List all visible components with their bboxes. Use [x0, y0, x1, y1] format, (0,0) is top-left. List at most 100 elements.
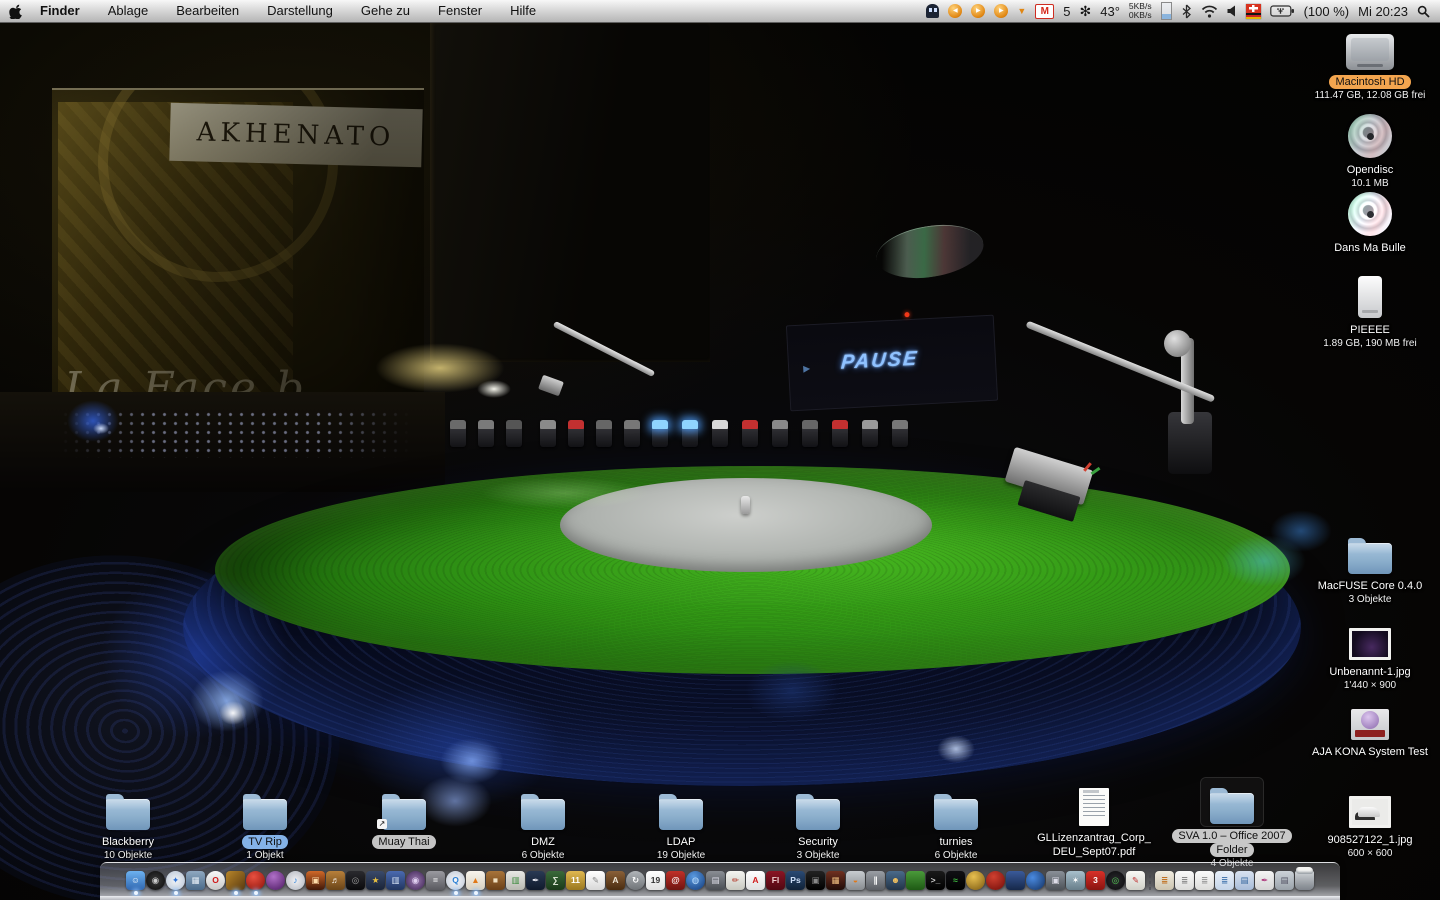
dock-dvd-disc-icon[interactable]: ◉ — [406, 866, 426, 894]
bluetooth-icon[interactable] — [1181, 4, 1192, 19]
volume-icon[interactable] — [1227, 5, 1237, 17]
dock-toast-11-icon[interactable]: 11 — [566, 866, 586, 894]
playback-prev-icon[interactable]: ◀ — [948, 4, 962, 18]
playback-menu-triangle-icon[interactable]: ▼ — [1017, 6, 1026, 16]
dock-opera-icon[interactable]: O — [206, 866, 226, 894]
wifi-icon[interactable] — [1201, 5, 1218, 18]
apple-menu[interactable] — [0, 4, 30, 19]
gmail-notifier-icon[interactable]: M — [1035, 4, 1054, 19]
dock-fetch-dog-icon[interactable] — [226, 866, 246, 894]
dock-photo-viewer-icon[interactable]: ▦ — [186, 866, 206, 894]
dock-chalkboard-icon[interactable]: ∑ — [546, 866, 566, 894]
desktop-icon-macintosh-hd[interactable]: Macintosh HD 111.47 GB, 12.08 GB frei — [1305, 24, 1435, 102]
cpu-gauge-icon[interactable] — [1161, 2, 1172, 20]
menu-ablage[interactable]: Ablage — [94, 0, 162, 22]
dock-trash-icon[interactable] — [1295, 866, 1315, 894]
dock-sync-icon[interactable]: ↻ — [626, 866, 646, 894]
dock-imovie-star-icon[interactable]: ★ — [366, 866, 386, 894]
dock-green-bag-icon[interactable] — [906, 866, 926, 894]
desktop-icon-dans-ma-bulle[interactable]: Dans Ma Bulle — [1305, 190, 1435, 255]
menu-fenster[interactable]: Fenster — [424, 0, 496, 22]
dock-film-reels-icon[interactable]: ◎ — [346, 866, 366, 894]
dock-utility-icon[interactable]: ▣ — [1046, 866, 1066, 894]
desktop-icon-unbenannt-jpg[interactable]: Unbenannt-1.jpg 1'440 × 900 — [1305, 614, 1435, 692]
dock-textedit-icon[interactable]: ✎ — [586, 866, 606, 894]
menu-finder[interactable]: Finder — [30, 0, 94, 22]
dock-red-cube-icon[interactable]: 3 — [1086, 866, 1106, 894]
spotlight-search-icon[interactable] — [1417, 5, 1430, 18]
desktop-icon-muay-thai[interactable]: Muay Thai — [339, 784, 469, 849]
dock-red-creature-icon[interactable] — [986, 866, 1006, 894]
dock-finder-icon[interactable]: ☺ — [126, 866, 146, 894]
dock-toast-toaster-icon[interactable]: ◒ — [846, 866, 866, 894]
dock-front-row-icon[interactable]: ▣ — [806, 866, 826, 894]
desktop-icon-turnies[interactable]: turnies 6 Objekte — [891, 784, 1021, 862]
menu-bar-clock[interactable]: Mi 20:23 — [1358, 4, 1408, 19]
dock-satellite-icon[interactable]: ✶ — [1066, 866, 1086, 894]
desktop-icon-sva-folder[interactable]: SVA 1.0 – Office 2007 Folder 4 Objekte — [1167, 778, 1297, 870]
desktop-icon-aja-kona[interactable]: AJA KONA System Test — [1305, 694, 1435, 759]
dock-terminal-icon[interactable]: >_ — [926, 866, 946, 894]
dock-dashboard-icon[interactable]: ◉ — [146, 866, 166, 894]
dock-addressbook-icon[interactable]: @ — [666, 866, 686, 894]
dock-parallels-icon[interactable]: ∥ — [866, 866, 886, 894]
menu-gehe-zu[interactable]: Gehe zu — [347, 0, 424, 22]
dock-dictionary-icon[interactable]: A — [606, 866, 626, 894]
desktop-icon-opendisc[interactable]: Opendisc 10.1 MB — [1305, 112, 1435, 190]
desktop-icon-ldap[interactable]: LDAP 19 Objekte — [616, 784, 746, 862]
dock-doc-pen-icon[interactable]: ✎ — [1126, 866, 1146, 894]
dock-stack-blue-icon[interactable]: ≣ — [1215, 866, 1235, 894]
dock-firefox-icon[interactable] — [1026, 866, 1046, 894]
dock-garageband-icon[interactable]: ♬ — [326, 866, 346, 894]
dock-safari-icon[interactable]: ✦ — [166, 866, 186, 894]
dock-pen-colors-icon[interactable]: ✒ — [1255, 866, 1275, 894]
dock-pages-icon[interactable]: ✒ — [526, 866, 546, 894]
dock-blue-figure-icon[interactable] — [1006, 866, 1026, 894]
dock-quicktime-icon[interactable]: Q — [446, 866, 466, 894]
dock-stack-white-icon[interactable]: ≣ — [1175, 866, 1195, 894]
menu-darstellung[interactable]: Darstellung — [253, 0, 347, 22]
desktop-icon-gllizenzantrag-pdf[interactable]: GLLizenzantrag_Corp_ DEU_Sept07.pdf — [1029, 780, 1159, 859]
desktop-icon-shoe-jpg[interactable]: 908527122_1.jpg 600 × 600 — [1305, 782, 1435, 860]
dock-purple-orb-icon[interactable] — [266, 866, 286, 894]
dock-flash-icon[interactable]: Fl — [766, 866, 786, 894]
desktop-icon-security[interactable]: Security 3 Objekte — [753, 784, 883, 862]
desktop-icon-dmz[interactable]: DMZ 6 Objekte — [478, 784, 608, 862]
dock-sketchup-icon[interactable]: ✏ — [726, 866, 746, 894]
battery-icon[interactable] — [1270, 5, 1295, 17]
dock-power-dial-icon[interactable]: ◎ — [1106, 866, 1126, 894]
playback-play-icon[interactable]: ▶ — [971, 4, 985, 18]
dock-radar-sphere-icon[interactable] — [966, 866, 986, 894]
dock-itunes-icon[interactable]: ♪ — [286, 866, 306, 894]
dock-red-mascot-icon[interactable] — [246, 866, 266, 894]
dock-transfer-box-icon[interactable]: ■ — [486, 866, 506, 894]
dock-audio-meter-icon[interactable]: ≈ — [946, 866, 966, 894]
fan-control-icon[interactable]: ✻ — [1080, 4, 1092, 18]
desktop-icon-macfuse[interactable]: MacFUSE Core 0.4.0 3 Objekte — [1305, 528, 1435, 606]
dock-numbers-icon[interactable]: ▥ — [506, 866, 526, 894]
desktop-icon-blackberry[interactable]: Blackberry 10 Objekte — [63, 784, 193, 862]
dock-clapperboard-icon[interactable]: ▥ — [386, 866, 406, 894]
network-speed-meter[interactable]: 5KB/s 0KB/s — [1129, 2, 1152, 20]
dock-vlc-icon[interactable]: ▲ — [466, 866, 486, 894]
input-language-flag-icon[interactable] — [1246, 4, 1261, 19]
dock-minimized-window-gray-icon[interactable]: ▤ — [1275, 866, 1295, 894]
dock-minimized-window-blue-icon[interactable]: ▤ — [1235, 866, 1255, 894]
menu-bearbeiten[interactable]: Bearbeiten — [162, 0, 253, 22]
menu-hilfe[interactable]: Hilfe — [496, 0, 550, 22]
dock-stack-documents-icon[interactable]: ≣ — [1155, 866, 1175, 894]
dock-calculator-icon[interactable]: = — [426, 866, 446, 894]
dock-acrobat-icon[interactable]: A — [746, 866, 766, 894]
dock-google-earth-icon[interactable]: ◍ — [686, 866, 706, 894]
dock-chat-mascot-icon[interactable]: ☻ — [886, 866, 906, 894]
dock-ical-icon[interactable]: 19 — [646, 866, 666, 894]
dock-printer-icon[interactable]: ▤ — [706, 866, 726, 894]
dock-photoshop-icon[interactable]: Ps — [786, 866, 806, 894]
dock-iphoto-icon[interactable]: ▣ — [306, 866, 326, 894]
menubar-app-ghost-icon[interactable] — [926, 4, 939, 18]
playback-next-icon[interactable]: ▶ — [994, 4, 1008, 18]
dock-photo-fire-icon[interactable]: ▦ — [826, 866, 846, 894]
dock-separator[interactable] — [1146, 866, 1155, 894]
desktop-icon-pieeee[interactable]: PIEEEE 1.89 GB, 190 MB frei — [1305, 272, 1435, 350]
desktop-icon-tv-rip[interactable]: TV Rip 1 Objekt — [200, 784, 330, 862]
